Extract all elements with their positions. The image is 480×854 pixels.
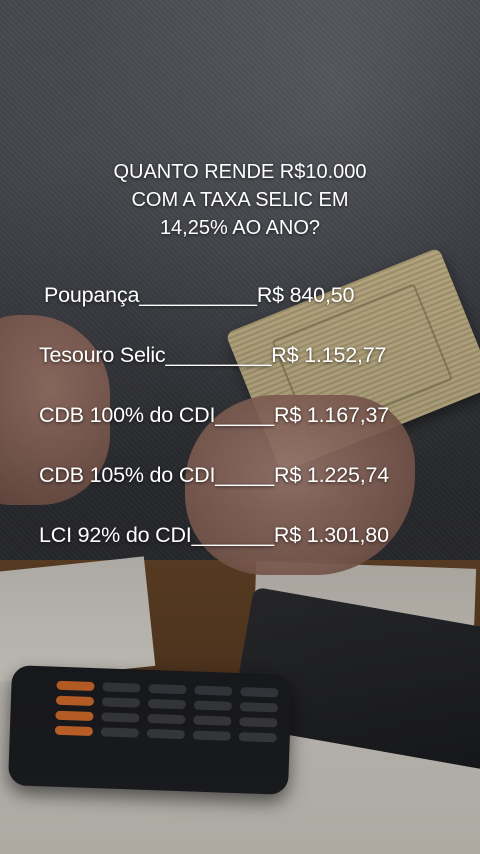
- leader-line: _________: [165, 343, 272, 367]
- investment-row-poupanca: Poupança__________R$ 840,50: [44, 283, 354, 308]
- investment-row-lci-92: LCI 92% do CDI_______R$ 1.301,80: [39, 523, 389, 548]
- investment-label: CDB 105% do CDI: [39, 463, 216, 487]
- headline: QUANTO RENDE R$10.000 COM A TAXA SELIC E…: [0, 158, 480, 242]
- headline-line: 14,25% AO ANO?: [159, 217, 321, 239]
- investment-label: CDB 100% do CDI: [39, 403, 216, 427]
- leader-line: _______: [191, 523, 275, 547]
- investment-value: R$ 1.225,74: [274, 463, 389, 487]
- investment-label: Tesouro Selic: [39, 343, 166, 367]
- investment-value: R$ 840,50: [256, 283, 355, 307]
- headline-line: QUANTO RENDE R$10.000: [113, 161, 367, 183]
- investment-label: LCI 92% do CDI: [39, 523, 192, 547]
- leader-line: _____: [215, 463, 275, 487]
- investment-row-cdb-100: CDB 100% do CDI_____R$ 1.167,37: [39, 403, 389, 428]
- investment-label: Poupança: [44, 283, 140, 307]
- investment-row-tesouro-selic: Tesouro Selic_________R$ 1.152,77: [39, 343, 386, 368]
- investment-value: R$ 1.152,77: [271, 343, 387, 367]
- leader-line: __________: [139, 283, 257, 307]
- leader-line: _____: [215, 403, 275, 427]
- investment-value: R$ 1.167,37: [274, 403, 389, 427]
- investment-value: R$ 1.301,80: [273, 523, 389, 547]
- investment-row-cdb-105: CDB 105% do CDI_____R$ 1.225,74: [39, 463, 389, 488]
- headline-line: COM A TAXA SELIC EM: [131, 189, 349, 211]
